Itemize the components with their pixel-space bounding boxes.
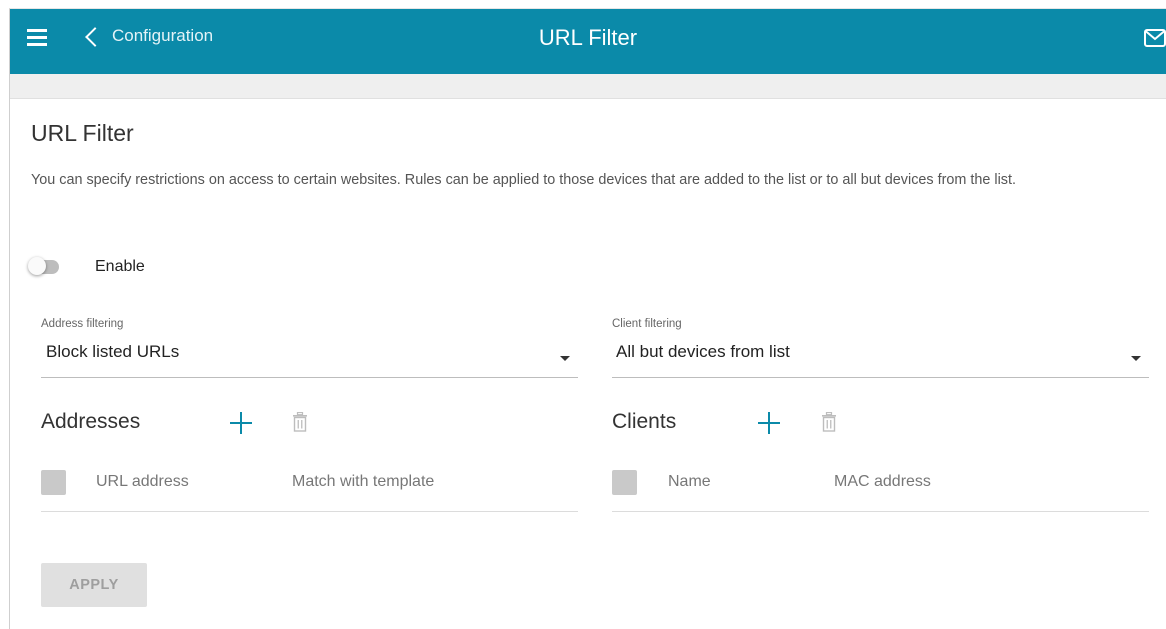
client-filtering-value: All but devices from list — [616, 342, 790, 361]
enable-toggle[interactable]: Enable — [28, 257, 145, 276]
address-filtering-label: Address filtering — [41, 318, 124, 330]
page-content: URL Filter You can specify restrictions … — [31, 120, 1141, 188]
select-all-addresses-checkbox[interactable] — [41, 470, 66, 495]
address-filtering-select[interactable]: Address filtering Block listed URLs — [41, 318, 578, 378]
dropdown-arrow-icon — [1131, 356, 1141, 361]
address-filtering-value: Block listed URLs — [46, 342, 180, 361]
client-filtering-select[interactable]: Client filtering All but devices from li… — [612, 318, 1149, 378]
sub-bar — [10, 74, 1166, 99]
column-header-mac-address: MAC address — [834, 473, 931, 490]
divider — [41, 511, 578, 512]
enable-label: Enable — [95, 258, 145, 275]
page-title-bar: URL Filter — [538, 25, 638, 50]
mail-icon[interactable] — [1144, 29, 1166, 47]
delete-address-trash-icon[interactable] — [293, 412, 307, 432]
page-description: You can specify restrictions on access t… — [31, 172, 1016, 188]
apply-button[interactable]: APPLY — [41, 563, 147, 607]
page-heading: URL Filter — [31, 120, 134, 146]
select-all-clients-checkbox[interactable] — [612, 470, 637, 495]
column-header-url-address: URL address — [96, 473, 189, 490]
column-header-name: Name — [668, 473, 711, 490]
divider — [612, 511, 1149, 512]
toggle-track[interactable] — [28, 257, 59, 275]
add-client-plus-icon[interactable] — [758, 412, 780, 434]
dropdown-arrow-icon — [560, 356, 570, 361]
addresses-title: Addresses — [41, 410, 141, 433]
client-filtering-label: Client filtering — [612, 318, 682, 330]
top-bar: Configuration URL Filter — [10, 9, 1166, 74]
column-header-match-template: Match with template — [292, 473, 435, 490]
clients-title: Clients — [612, 410, 677, 433]
toggle-knob — [28, 257, 46, 275]
delete-client-trash-icon[interactable] — [822, 412, 836, 432]
add-address-plus-icon[interactable] — [230, 412, 252, 434]
